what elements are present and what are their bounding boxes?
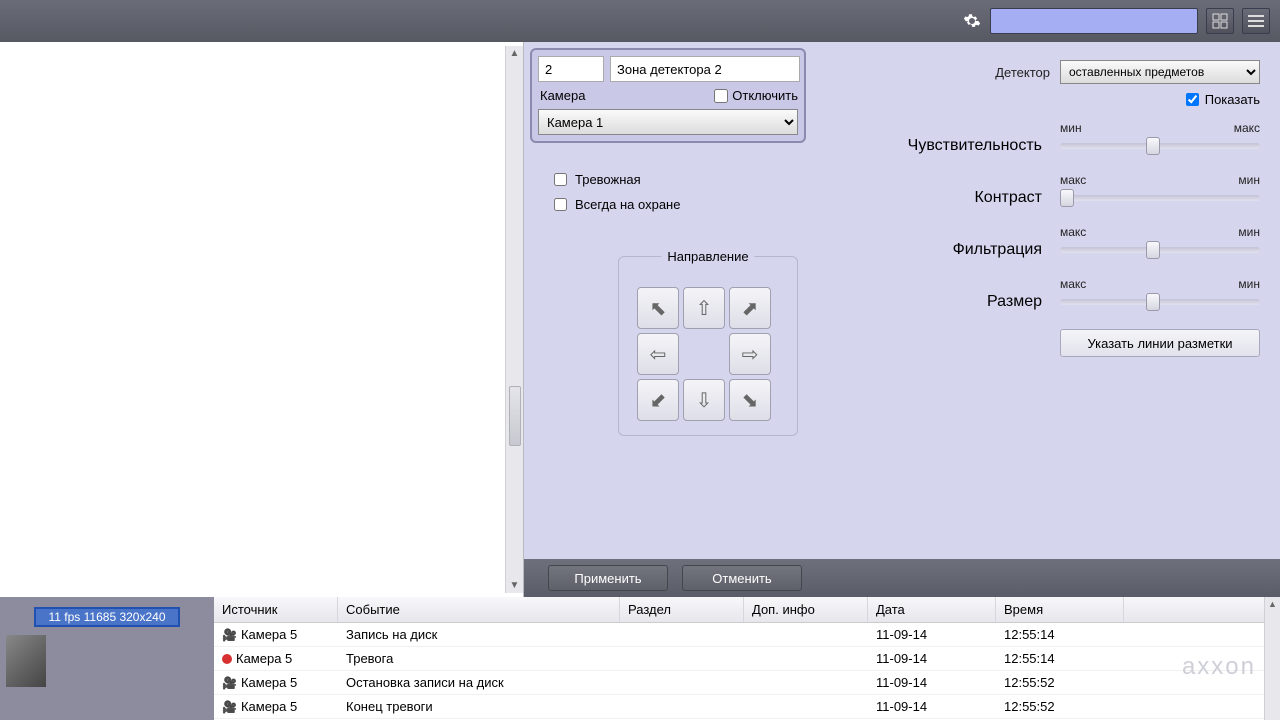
slider-thumb[interactable] [1060, 189, 1074, 207]
alarm-icon [222, 654, 232, 664]
alarm-label: Тревожная [575, 172, 641, 187]
topbar [0, 0, 1280, 42]
alarm-checkbox[interactable]: Тревожная [554, 172, 680, 187]
cancel-button[interactable]: Отменить [682, 565, 802, 591]
dir-s-button[interactable]: ⇩ [683, 379, 725, 421]
markup-button[interactable]: Указать линии разметки [1060, 329, 1260, 357]
gear-icon[interactable] [962, 11, 982, 31]
dir-n-button[interactable]: ⇧ [683, 287, 725, 329]
dir-sw-button[interactable]: ⬋ [637, 379, 679, 421]
th-time[interactable]: Время [996, 597, 1124, 622]
always-armed-checkbox[interactable]: Всегда на охране [554, 197, 680, 212]
size-slider[interactable] [1060, 299, 1260, 305]
show-checkbox[interactable] [1186, 93, 1199, 106]
thumbnail-area: 11 fps 11685 320x240 [0, 597, 214, 720]
camera-icon: 🎥 [222, 628, 237, 642]
scroll-down-icon[interactable]: ▼ [508, 578, 522, 593]
th-event[interactable]: Событие [338, 597, 620, 622]
max-label: макс [1234, 121, 1260, 135]
max-label: макс [1060, 225, 1086, 239]
disable-checkbox[interactable]: Отключить [714, 88, 798, 103]
sensitivity-slider[interactable] [1060, 143, 1260, 149]
bottom-area: 11 fps 11685 320x240 Источник Событие Ра… [0, 597, 1280, 720]
apply-button[interactable]: Применить [548, 565, 668, 591]
th-section[interactable]: Раздел [620, 597, 744, 622]
min-label: мин [1238, 225, 1260, 239]
slider-thumb[interactable] [1146, 241, 1160, 259]
table-row[interactable]: Камера 5Тревога11-09-1412:55:14 [214, 647, 1280, 671]
fps-badge: 11 fps 11685 320x240 [34, 607, 180, 627]
detector-label: Детектор [995, 65, 1050, 80]
zone-box: Камера Отключить Камера 1 [530, 48, 806, 143]
zone-name-input[interactable] [610, 56, 800, 82]
show-label: Показать [1205, 92, 1260, 107]
contrast-label: Контраст [974, 189, 1042, 207]
event-table: Источник Событие Раздел Доп. инфо Дата В… [214, 597, 1280, 720]
slider-thumb[interactable] [1146, 137, 1160, 155]
right-panel: Камера Отключить Камера 1 Тревожная Всег… [524, 42, 1280, 597]
dir-se-button[interactable]: ⬊ [729, 379, 771, 421]
filtering-label: Фильтрация [953, 241, 1042, 259]
camera-label: Камера [538, 88, 585, 103]
sensitivity-label: Чувствительность [908, 137, 1042, 155]
detector-select[interactable]: оставленных предметов [1060, 60, 1260, 84]
menu-icon[interactable] [1242, 8, 1270, 34]
camera-icon: 🎥 [222, 700, 237, 714]
search-input[interactable] [990, 8, 1198, 34]
max-label: макс [1060, 277, 1086, 291]
dir-e-button[interactable]: ⇨ [729, 333, 771, 375]
th-addinfo[interactable]: Доп. инфо [744, 597, 868, 622]
min-label: мин [1060, 121, 1082, 135]
left-panel: ▲ ▼ [0, 42, 524, 597]
contrast-slider[interactable] [1060, 195, 1260, 201]
checks-area: Тревожная Всегда на охране [554, 172, 680, 222]
direction-box: Направление ⬉ ⇧ ⬈ ⇦ ⇨ ⬋ ⇩ ⬊ [618, 256, 798, 436]
direction-title: Направление [661, 249, 754, 264]
table-row[interactable]: 🎥Камера 5Конец тревоги11-09-1412:55:52 [214, 695, 1280, 719]
size-label: Размер [987, 293, 1042, 311]
dir-ne-button[interactable]: ⬈ [729, 287, 771, 329]
zone-id-input[interactable] [538, 56, 604, 82]
table-row[interactable]: 🎥Камера 5Запись на диск11-09-1412:55:14 [214, 623, 1280, 647]
table-row[interactable]: 🎥Камера 5Остановка записи на диск11-09-1… [214, 671, 1280, 695]
camera-thumbnail[interactable] [6, 635, 46, 687]
dir-w-button[interactable]: ⇦ [637, 333, 679, 375]
grid-view-icon[interactable] [1206, 8, 1234, 34]
detector-panel: Детектор оставленных предметов Показать … [820, 60, 1260, 357]
filtering-slider[interactable] [1060, 247, 1260, 253]
left-scrollbar[interactable]: ▲ ▼ [505, 46, 523, 593]
max-label: макс [1060, 173, 1086, 187]
min-label: мин [1238, 277, 1260, 291]
camera-icon: 🎥 [222, 676, 237, 690]
th-source[interactable]: Источник [214, 597, 338, 622]
always-armed-label: Всегда на охране [575, 197, 680, 212]
scroll-thumb[interactable] [509, 386, 521, 446]
min-label: мин [1238, 173, 1260, 187]
table-scrollbar[interactable]: ▲ [1264, 597, 1280, 720]
th-date[interactable]: Дата [868, 597, 996, 622]
logo: axxon [1182, 653, 1256, 681]
table-header: Источник Событие Раздел Доп. инфо Дата В… [214, 597, 1280, 623]
slider-thumb[interactable] [1146, 293, 1160, 311]
camera-select[interactable]: Камера 1 [538, 109, 798, 135]
scroll-up-icon[interactable]: ▲ [508, 46, 522, 61]
scroll-up-icon[interactable]: ▲ [1265, 597, 1280, 611]
main-area: ▲ ▼ Камера Отключить Камера 1 Тревожная … [0, 42, 1280, 597]
disable-label: Отключить [732, 88, 798, 103]
action-bar: Применить Отменить [524, 559, 1280, 597]
dir-nw-button[interactable]: ⬉ [637, 287, 679, 329]
